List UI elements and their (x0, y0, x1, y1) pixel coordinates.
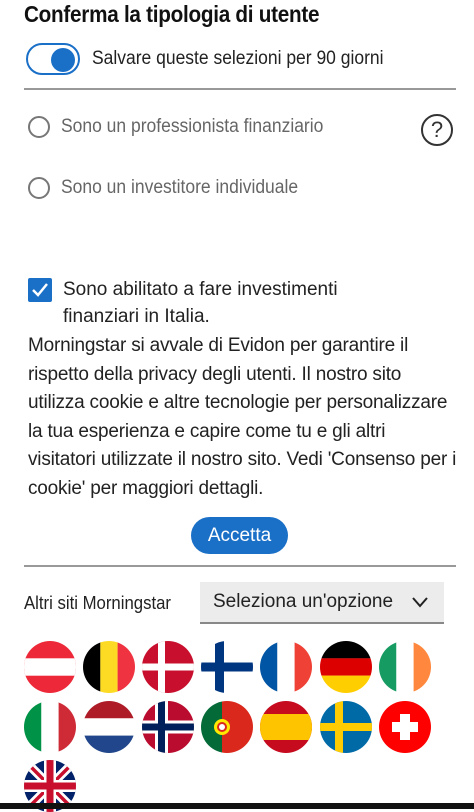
flag-germany[interactable] (320, 641, 372, 693)
netherlands-flag-icon (83, 701, 135, 753)
accept-button[interactable]: Accetta (191, 517, 288, 554)
flag-france[interactable] (260, 641, 312, 693)
flag-denmark[interactable] (142, 641, 194, 693)
finland-flag-icon (201, 641, 253, 693)
screen-bottom-edge (0, 803, 474, 809)
italy-flag-icon (24, 701, 76, 753)
italy-authorization-check-row[interactable]: Sono abilitato a fare investimenti finan… (28, 276, 363, 330)
germany-flag-icon (320, 641, 372, 693)
save-selection-toggle[interactable] (26, 43, 80, 75)
sweden-flag-icon (320, 701, 372, 753)
flag-switzerland[interactable] (379, 701, 431, 753)
radio-individual[interactable]: Sono un investitore individuale (28, 177, 319, 199)
flag-belgium[interactable] (83, 641, 135, 693)
radio-button[interactable] (28, 177, 50, 199)
spain-flag-icon (260, 701, 312, 753)
flag-spain[interactable] (260, 701, 312, 753)
flag-finland[interactable] (201, 641, 253, 693)
toggle-knob (51, 48, 75, 72)
flag-sweden[interactable] (320, 701, 372, 753)
flag-portugal[interactable] (201, 701, 253, 753)
select-value: Seleziona un'opzione (213, 591, 394, 612)
switzerland-flag-icon (379, 701, 431, 753)
flag-italy[interactable] (24, 701, 76, 753)
other-sites-label: Altri siti Morningstar (24, 593, 171, 613)
portugal-flag-icon (201, 701, 253, 753)
flag-norway[interactable] (142, 701, 194, 753)
belgium-flag-icon (83, 641, 135, 693)
divider (24, 88, 456, 90)
checkmark-icon (32, 283, 48, 297)
flag-austria[interactable] (24, 641, 76, 693)
help-icon[interactable]: ? (421, 114, 453, 146)
ireland-flag-icon (379, 641, 431, 693)
radio-professional[interactable]: Sono un professionista finanziario (28, 116, 346, 138)
radio-label-individual: Sono un investitore individuale (61, 177, 299, 198)
austria-flag-icon (24, 641, 76, 693)
chevron-down-icon (412, 597, 428, 608)
norway-flag-icon (142, 701, 194, 753)
checkbox-label: Sono abilitato a fare investimenti finan… (63, 279, 338, 327)
divider (24, 565, 456, 567)
radio-label-professional: Sono un professionista finanziario (61, 116, 324, 137)
other-sites-select[interactable]: Seleziona un'opzione (200, 582, 444, 624)
france-flag-icon (260, 641, 312, 693)
flag-netherlands[interactable] (83, 701, 135, 753)
flag-ireland[interactable] (379, 641, 431, 693)
denmark-flag-icon (142, 641, 194, 693)
save-selection-toggle-row[interactable]: Salvare queste selezioni per 90 giorni (26, 40, 409, 78)
privacy-paragraph: Morningstar si avvale di Evidon per gara… (28, 335, 457, 499)
page-title: Conferma la tipologia di utente (24, 1, 320, 27)
authorization-checkbox[interactable] (28, 278, 52, 302)
radio-button[interactable] (28, 116, 50, 138)
toggle-label: Salvare queste selezioni per 90 giorni (92, 48, 384, 69)
